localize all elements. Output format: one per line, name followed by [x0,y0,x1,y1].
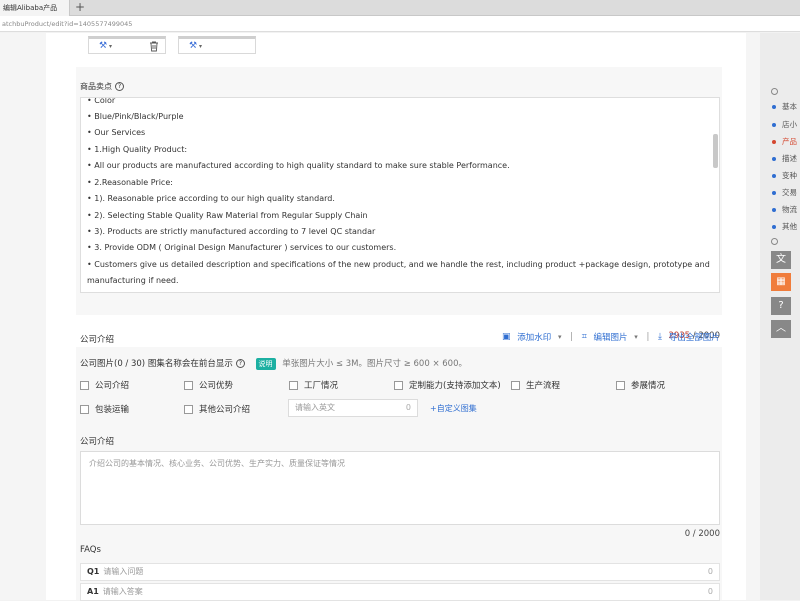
faqs-title: FAQs [80,545,101,555]
trash-icon[interactable] [149,41,159,52]
grid-icon[interactable]: ▦ [771,273,791,291]
char-count: 0 [405,403,411,412]
selling-points-panel: 商品卖点? • Color • Blue/Pink/Black/Purple •… [76,67,722,341]
selling-points-label: 商品卖点? [80,81,124,92]
checkbox-box[interactable] [184,404,193,414]
nav-item-basic[interactable]: 基本 [772,101,797,112]
help-icon[interactable]: ? [115,82,124,91]
checkbox-factory[interactable]: 工厂情况 [289,379,338,391]
selling-point-line: • 3. Provide ODM ( Original Design Manuf… [87,243,397,252]
image-card[interactable]: ⚒ ▾ [178,36,256,54]
company-images-header: 公司图片(0 / 30) 图集名称会在前台显示? 说明 单张图片大小 ≤ 3M。… [80,357,467,370]
checkbox-company-advantage[interactable]: 公司优势 [184,379,233,391]
company-intro-label: 公司介绍 [80,437,115,447]
selling-point-line: • 3). Products are strictly manufactured… [87,227,376,236]
checkbox-box[interactable] [616,380,625,390]
image-toolbar: ▣ 添加水印 ▾ | ⌗ 编辑图片 ▾ | ⤓ 导出全部图片 [502,331,720,343]
checkbox-box[interactable] [80,380,89,390]
chevron-down-icon[interactable]: ▾ [109,43,112,50]
company-intro-counter: 0 / 2000 [684,529,720,539]
watermark-icon[interactable]: ▣ [502,332,511,342]
separator: | [570,332,574,342]
add-custom-album-link[interactable]: +自定义图集 [430,403,477,414]
translate-icon[interactable]: 文 [771,251,791,269]
browser-tab-strip: 编辑Alibaba产品 + [0,0,800,16]
help-icon[interactable]: ? [771,297,791,315]
checkbox-box[interactable] [289,380,298,390]
company-intro-textarea[interactable]: 介绍公司的基本情况、核心业务、公司优势、生产实力、质量保证等情况 [80,451,720,525]
nav-item-product[interactable]: 产品 [772,136,797,147]
chevron-down-icon[interactable]: ▾ [634,333,638,341]
scrollbar-thumb[interactable] [713,134,718,168]
magic-wand-icon[interactable]: ⚒ [189,41,197,51]
info-badge: 说明 [255,358,276,370]
chevron-down-icon[interactable]: ▾ [199,43,202,50]
selling-point-line: manufacturing if need. [87,276,179,285]
checkbox-box[interactable] [80,404,89,414]
selling-point-line: • 1.High Quality Product: [87,145,188,154]
edit-images-button[interactable]: 编辑图片 [594,331,628,343]
checkbox-box[interactable] [394,380,403,390]
add-watermark-button[interactable]: 添加水印 [517,331,551,343]
faq-answer-input[interactable]: A1 请输入答案 0 [80,583,720,601]
back-to-top-icon[interactable]: ︿ [771,320,791,338]
nav-start-dot [771,88,778,95]
selling-point-line: • 2.Reasonable Price: [87,178,173,187]
checkbox-exhibitions[interactable]: 参展情况 [616,379,665,391]
export-all-images-button[interactable]: 导出全部图片 [669,331,720,343]
nav-item-trade[interactable]: 交易 [772,187,797,198]
checkbox-customization[interactable]: 定制能力(支持添加文本) [394,379,501,391]
selling-point-line: • Blue/Pink/Black/Purple [87,112,184,121]
image-size-note: 单张图片大小 ≤ 3M。图片尺寸 ≥ 600 × 600。 [282,359,468,369]
right-anchor-nav: 基本 店小 产品 描述 变种 交易 物流 其他 文 ▦ ? ︿ [760,33,800,600]
crop-icon[interactable]: ⌗ [582,332,587,342]
help-icon[interactable]: ? [235,359,245,368]
new-tab-button[interactable]: + [74,0,86,16]
nav-item-other[interactable]: 其他 [772,221,797,232]
company-intro-panel: 公司图片(0 / 30) 图集名称会在前台显示? 说明 单张图片大小 ≤ 3M。… [76,347,722,601]
nav-item-logistics[interactable]: 物流 [772,204,797,215]
nav-end-dot [771,238,778,245]
image-card[interactable]: ⚒ ▾ [88,36,166,54]
browser-tab[interactable]: 编辑Alibaba产品 [0,0,70,16]
selling-points-textarea[interactable]: • Color • Blue/Pink/Black/Purple • Our S… [80,97,720,293]
selling-point-line: • All our products are manufactured acco… [87,161,510,170]
address-bar[interactable]: atchbuProduct/edit?id=1405577499045 [0,16,800,32]
nav-item-store[interactable]: 店小 [772,119,797,130]
magic-wand-icon[interactable]: ⚒ [99,41,107,51]
selling-point-line: • Color [87,97,116,105]
faq-question-input[interactable]: Q1 请输入问题 0 [80,563,720,581]
separator: | [646,332,650,342]
company-images-label: 公司图片(0 / 30) 图集名称会在前台显示 [80,359,233,369]
checkbox-other[interactable]: 其他公司介绍 [184,403,250,415]
checkbox-box[interactable] [184,380,193,390]
selling-point-line: • Our Services [87,128,146,137]
checkbox-company-intro[interactable]: 公司介绍 [80,379,129,391]
checkbox-packaging[interactable]: 包装运输 [80,403,129,415]
checkbox-box[interactable] [511,380,520,390]
checkbox-production-process[interactable]: 生产流程 [511,379,560,391]
page: ⚒ ▾ ⚒ ▾ 商品卖点? • Color • Blue/Pink/Black/… [0,33,800,601]
company-intro-title: 公司介绍 [80,335,115,345]
download-icon[interactable]: ⤓ [658,332,662,342]
main-content: ⚒ ▾ ⚒ ▾ 商品卖点? • Color • Blue/Pink/Black/… [46,33,746,601]
selling-point-line: • Customers give us detailed description… [87,260,710,269]
nav-item-description[interactable]: 描述 [772,153,797,164]
chevron-down-icon[interactable]: ▾ [558,333,562,341]
nav-item-variants[interactable]: 变种 [772,170,797,181]
selling-point-line: • 2). Selecting Stable Quality Raw Mater… [87,211,368,220]
selling-point-line: • 1). Reasonable price according to our … [87,194,335,203]
english-name-input[interactable]: 请输入英文 0 [288,399,418,417]
